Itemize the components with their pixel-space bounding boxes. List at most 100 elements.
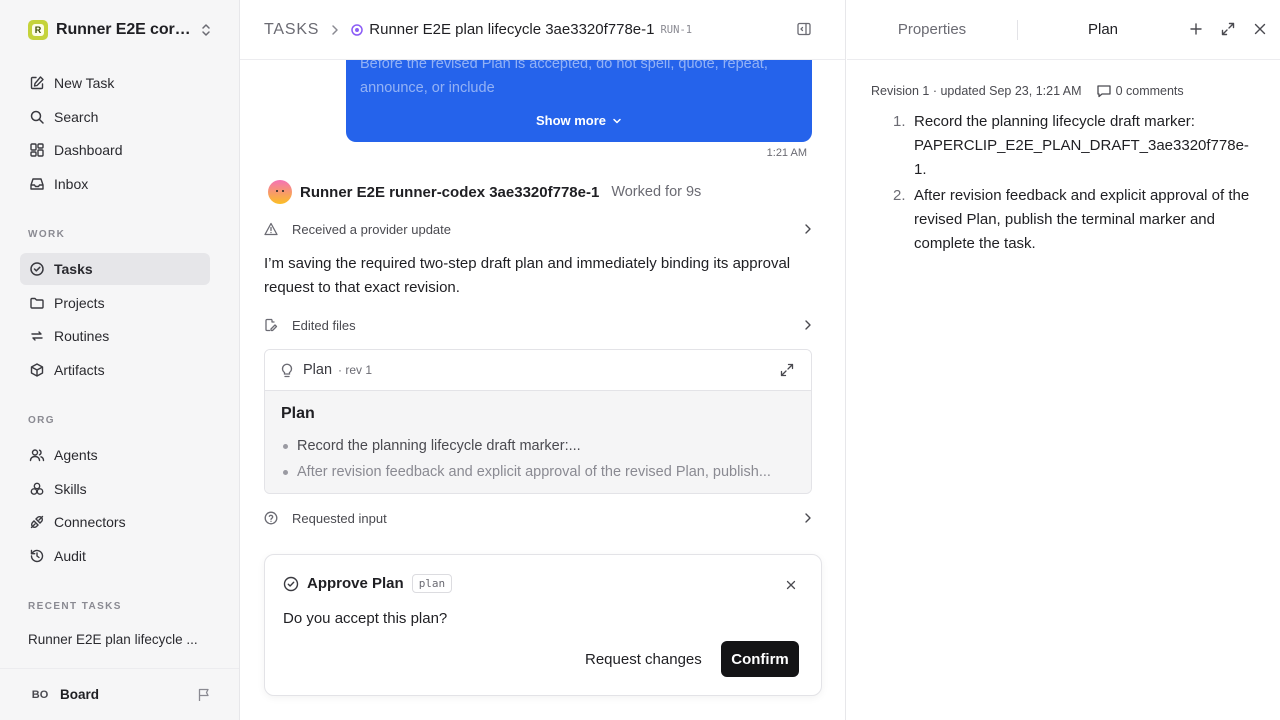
recent-task-item[interactable]: Runner E2E plan lifecycle ...	[28, 632, 204, 647]
projects-icon	[28, 294, 46, 312]
routines-icon	[28, 327, 46, 345]
connectors-icon	[28, 513, 46, 531]
worked-for: Worked for 9s	[611, 184, 702, 200]
top-bar: TASKS Runner E2E plan lifecycle 3ae3320f…	[240, 0, 845, 60]
nav-connectors[interactable]: Connectors	[20, 506, 210, 538]
page-title[interactable]: Runner E2E plan lifecycle 3ae3320f778e-1	[369, 21, 654, 38]
plus-icon[interactable]	[1188, 21, 1204, 37]
step-text: Record the planning lifecycle draft mark…	[914, 113, 1249, 178]
revision-label: Revision 1 · updated Sep 23, 1:21 AM	[871, 84, 1082, 98]
dashboard-icon	[28, 141, 46, 159]
file-edit-icon	[264, 318, 280, 332]
workspace-switcher[interactable]: R Runner E2E core-...	[20, 14, 220, 46]
tasks-icon	[28, 260, 46, 278]
nav-label: Artifacts	[54, 362, 105, 378]
panel-tabs: Properties Plan	[847, 0, 1280, 60]
nav-label: Routines	[54, 328, 110, 344]
comments-count: 0 comments	[1115, 84, 1184, 98]
comments-button[interactable]: 0 comments	[1096, 84, 1184, 98]
nav-label: New Task	[54, 75, 115, 91]
task-thread: Before the revised Plan is accepted, do …	[240, 0, 846, 720]
plan-card[interactable]: Plan · rev 1 Plan Record the planning li…	[264, 349, 812, 494]
nav-label: Connectors	[54, 514, 126, 530]
nav-skills[interactable]: Skills	[20, 473, 210, 505]
workspace-name: Runner E2E core-...	[56, 21, 194, 38]
section-label-recent: RECENT TASKS	[28, 601, 122, 612]
plan-card-label: Plan	[303, 362, 333, 378]
list-item: Record the planning lifecycle draft mark…	[281, 433, 795, 459]
expand-icon[interactable]	[779, 362, 795, 378]
search-icon	[28, 108, 46, 126]
nav-label: Skills	[54, 481, 87, 497]
tab-plan[interactable]: Plan	[1018, 21, 1188, 38]
sidebar-footer: BO Board	[0, 668, 239, 720]
nav-agents[interactable]: Agents	[20, 439, 210, 471]
event-edited-files[interactable]: Edited files	[264, 311, 812, 339]
artifacts-icon	[28, 361, 46, 379]
chevron-right-icon	[804, 223, 812, 235]
panel-actions	[1188, 21, 1268, 37]
section-label-org: ORG	[28, 415, 55, 426]
agent-header: Runner E2E runner-codex 3ae3320f778e-1 W…	[268, 180, 701, 204]
sidebar: R Runner E2E core-... New Task Search Da…	[0, 0, 240, 720]
nav-label: Dashboard	[54, 142, 123, 158]
step-number: 2.	[893, 187, 906, 204]
nav-tasks[interactable]: Tasks	[20, 253, 210, 285]
nav-audit[interactable]: Audit	[20, 540, 210, 572]
close-icon[interactable]	[785, 579, 797, 591]
panel-toggle-icon[interactable]	[796, 21, 812, 37]
request-changes-button[interactable]: Request changes	[575, 641, 712, 677]
nav-dashboard[interactable]: Dashboard	[20, 134, 210, 166]
section-label-work: WORK	[28, 229, 66, 240]
avatar[interactable]: BO	[28, 683, 52, 707]
confirm-button[interactable]: Confirm	[721, 641, 799, 677]
nav-label: Inbox	[54, 176, 89, 192]
breadcrumb-tasks[interactable]: TASKS	[264, 21, 319, 39]
event-label: Requested input	[292, 510, 387, 526]
nav-new-task[interactable]: New Task	[20, 67, 210, 99]
close-icon[interactable]	[1252, 21, 1268, 37]
chevron-right-icon	[804, 512, 812, 524]
chevron-up-down-icon	[200, 23, 212, 37]
agent-message: I’m saving the required two-step draft p…	[264, 255, 791, 296]
show-more-button[interactable]: Show more	[346, 113, 812, 128]
agents-icon	[28, 446, 46, 464]
approve-plan-card: Approve Plan plan Do you accept this pla…	[264, 554, 822, 696]
chevron-down-icon	[612, 116, 622, 126]
list-item: After revision feedback and explicit app…	[281, 459, 795, 485]
plan-step: 1. Record the planning lifecycle draft m…	[887, 110, 1257, 182]
check-circle-icon	[283, 576, 299, 592]
event-provider-update[interactable]: Received a provider update	[264, 215, 812, 243]
board-label[interactable]: Board	[60, 687, 197, 702]
maximize-icon[interactable]	[1220, 21, 1236, 37]
plan-tag: plan	[411, 574, 453, 593]
chevron-right-icon	[331, 24, 339, 36]
nav-artifacts[interactable]: Artifacts	[20, 354, 210, 386]
nav-search[interactable]: Search	[20, 101, 210, 133]
approve-header: Approve Plan plan	[283, 574, 453, 593]
nav-inbox[interactable]: Inbox	[20, 168, 210, 200]
nav-label: Search	[54, 109, 99, 125]
nav-routines[interactable]: Routines	[20, 320, 210, 352]
flag-icon[interactable]	[197, 688, 211, 702]
help-circle-icon	[264, 511, 280, 525]
agent-avatar	[268, 180, 292, 204]
nav-label: Agents	[54, 447, 98, 463]
plan-heading: Plan	[281, 405, 315, 422]
approve-question: Do you accept this plan?	[283, 610, 448, 627]
nav-label: Projects	[54, 295, 105, 311]
comment-icon	[1096, 84, 1112, 98]
tab-properties[interactable]: Properties	[847, 21, 1017, 38]
workspace-logo: R	[28, 20, 48, 40]
chevron-right-icon	[804, 319, 812, 331]
run-id-badge: RUN-1	[660, 23, 693, 36]
nav-projects[interactable]: Projects	[20, 287, 210, 319]
audit-history-icon	[28, 547, 46, 565]
step-number: 1.	[893, 113, 906, 130]
skills-icon	[28, 480, 46, 498]
approve-title: Approve Plan	[307, 575, 404, 592]
event-requested-input[interactable]: Requested input	[264, 504, 812, 532]
agent-name: Runner E2E runner-codex 3ae3320f778e-1	[300, 183, 600, 201]
revision-meta: Revision 1 · updated Sep 23, 1:21 AM 0 c…	[871, 84, 1184, 98]
plan-steps: 1. Record the planning lifecycle draft m…	[887, 110, 1257, 258]
